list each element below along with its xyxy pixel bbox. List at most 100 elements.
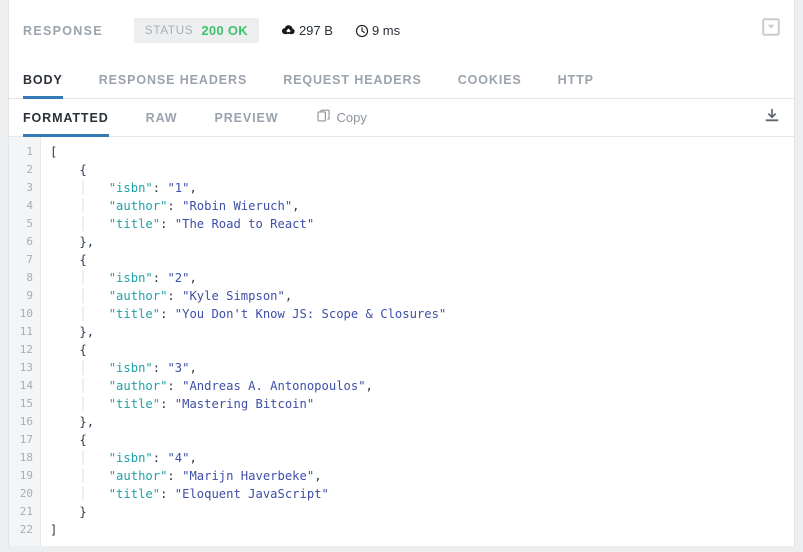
json-viewer[interactable]: 1 2 3 4 5 6 7 8 9 10 11 12 13 14 15 16 17 18 19 20 21 22 [ { … [9,137,794,546]
status-code: 200 OK [201,23,248,38]
subtab-preview[interactable]: PREVIEW [215,99,279,136]
json-token-punct: , [189,181,197,195]
indent-guide: │ [79,271,87,285]
json-token-key: "title" [108,217,161,231]
primary-tabs: BODY RESPONSE HEADERS REQUEST HEADERS CO… [9,61,794,99]
code-line: │ "author": "Marijn Haverbeke", [50,467,794,485]
json-token-punct: { [79,253,87,267]
json-token-punct: : [152,361,168,375]
json-token-key: "title" [108,397,161,411]
response-header: RESPONSE STATUS 200 OK 297 B 9 ms [9,0,794,61]
status-label: STATUS [144,24,194,37]
subtab-raw[interactable]: RAW [146,99,178,136]
code-line: } [50,503,794,521]
line-number: 2 [26,163,33,176]
line-number: 18 [19,451,33,464]
tab-request-headers[interactable]: REQUEST HEADERS [283,61,422,98]
code-line: │ "title": "Eloquent JavaScript" [50,485,794,503]
code-line: │ "title": "The Road to React" [50,215,794,233]
json-token-key: "author" [108,469,168,483]
json-code[interactable]: [ { │ "isbn": "1", │ "author": "Robin Wi… [41,137,794,546]
code-line: { [50,341,794,359]
json-token-key: "title" [108,487,161,501]
subtab-formatted[interactable]: FORMATTED [23,99,109,137]
line-number: 7 [26,253,33,266]
line-number: 17 [19,433,33,446]
json-token-str: "Kyle Simpson" [182,289,285,303]
code-line: { [50,251,794,269]
collapse-panel-button[interactable] [760,17,782,40]
panel-bottom-edge [0,546,803,552]
json-token-punct: ] [50,523,58,537]
json-token-punct: { [79,433,87,447]
indent-guide: │ [79,217,87,231]
line-number: 19 [19,469,33,482]
line-number: 13 [19,361,33,374]
code-line: │ "isbn": "1", [50,179,794,197]
cloud-download-icon [281,23,296,38]
line-number: 15 [19,397,33,410]
tab-label: REQUEST HEADERS [283,72,422,87]
json-token-punct: { [79,163,87,177]
line-number: 10 [19,307,33,320]
code-line: [ [50,143,794,161]
code-line: │ "title": "Mastering Bitcoin" [50,395,794,413]
code-line: { [50,161,794,179]
tab-label: HTTP [557,72,594,87]
code-line: │ "author": "Andreas A. Antonopoulos", [50,377,794,395]
json-token-str: "Andreas A. Antonopoulos" [182,379,366,393]
download-button[interactable] [762,108,782,128]
json-token-str: "The Road to React" [174,217,315,231]
json-token-punct: }, [79,235,95,249]
line-number: 8 [26,271,33,284]
json-token-str: "Marijn Haverbeke" [182,469,315,483]
json-token-str: "3" [167,361,190,375]
json-token-punct: [ [50,145,58,159]
line-number: 9 [26,289,33,302]
code-line: }, [50,323,794,341]
json-token-key: "isbn" [108,271,153,285]
response-size: 297 B [281,23,333,38]
line-number: 20 [19,487,33,500]
json-token-punct: : [160,487,175,501]
tab-http[interactable]: HTTP [558,61,594,98]
json-token-key: "author" [108,199,168,213]
page-title: RESPONSE [23,23,103,38]
copy-button[interactable]: Copy [317,99,367,136]
tab-label: COOKIES [457,72,522,87]
line-number: 16 [19,415,33,428]
json-token-punct: , [189,361,197,375]
code-line: }, [50,413,794,431]
indent-guide: │ [79,289,87,303]
indent-guide: │ [79,379,87,393]
line-number: 5 [26,217,33,230]
copy-label: Copy [336,110,367,125]
response-time-value: 9 ms [371,23,401,38]
json-token-punct: , [189,451,197,465]
download-icon [764,108,780,129]
json-token-punct: } [79,505,87,519]
json-token-str: "Eloquent JavaScript" [174,487,329,501]
json-token-punct: : [160,217,175,231]
line-number: 11 [19,325,33,338]
tab-response-headers[interactable]: RESPONSE HEADERS [99,61,247,98]
code-line: │ "isbn": "3", [50,359,794,377]
subtab-label: RAW [145,110,178,125]
tab-cookies[interactable]: COOKIES [458,61,522,98]
line-number: 12 [19,343,33,356]
json-token-punct: , [189,271,197,285]
status-badge: STATUS 200 OK [133,18,259,43]
tab-body[interactable]: BODY [23,61,63,99]
